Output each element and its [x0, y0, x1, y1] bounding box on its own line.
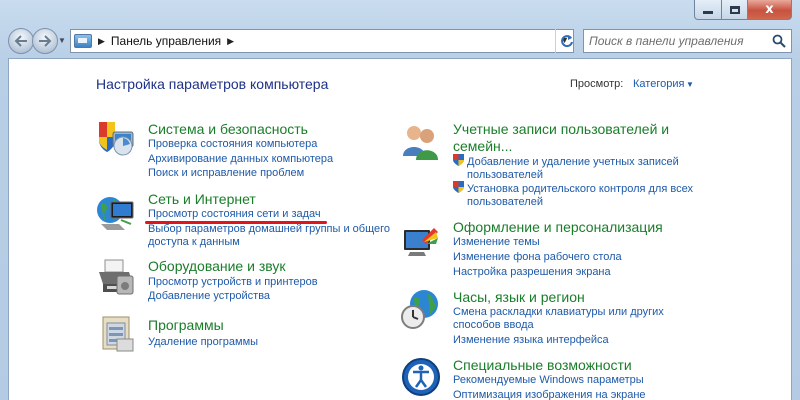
globe-clock-icon — [401, 290, 438, 329]
forward-button[interactable] — [32, 28, 58, 54]
maximize-icon — [729, 5, 740, 14]
category-title-user-accounts[interactable]: Учетные записи пользователей и — [453, 121, 669, 137]
link-change-keyboard[interactable]: Смена раскладки клавиатуры или других — [453, 306, 664, 319]
category-title-hardware-sound[interactable]: Оборудование и звук — [148, 258, 286, 274]
minimize-icon — [703, 11, 713, 14]
users-icon — [403, 126, 438, 160]
programs-icon — [102, 316, 134, 352]
link-backup-computer[interactable]: Архивирование данных компьютера — [148, 153, 333, 166]
view-label: Просмотр: — [570, 78, 624, 90]
link-parental-controls[interactable]: Установка родительского контроля для все… — [467, 183, 693, 196]
link-troubleshoot[interactable]: Поиск и исправление проблем — [148, 167, 304, 180]
category-title-appearance[interactable]: Оформление и персонализация — [453, 219, 663, 235]
breadcrumb-control-panel[interactable]: Панель управления — [111, 34, 221, 48]
window-frame: x ▼ ▶ Панель управления ▶ ▼ Настройка па… — [0, 0, 800, 400]
category-title-clock-language[interactable]: Часы, язык и регион — [453, 289, 585, 305]
link-change-keyboard-cont[interactable]: способов ввода — [453, 319, 534, 332]
search-icon[interactable] — [772, 34, 786, 48]
link-uninstall-program[interactable]: Удаление программы — [148, 336, 258, 349]
close-icon: x — [765, 2, 774, 17]
link-optimize-display[interactable]: Оптимизация изображения на экране — [453, 389, 646, 400]
close-button[interactable]: x — [748, 0, 792, 20]
breadcrumb-trail-arrow[interactable]: ▶ — [227, 36, 234, 47]
navigation-buttons — [8, 28, 60, 54]
link-devices-printers[interactable]: Просмотр устройств и принтеров — [148, 276, 318, 289]
printer-icon — [99, 259, 134, 295]
minimize-button[interactable] — [694, 0, 722, 20]
refresh-icon — [560, 35, 573, 48]
refresh-button[interactable] — [555, 29, 577, 53]
caption-buttons: x — [694, 0, 792, 20]
breadcrumb-separator[interactable]: ▶ — [98, 36, 105, 47]
link-screen-resolution[interactable]: Настройка разрешения экрана — [453, 266, 611, 279]
link-add-remove-accounts[interactable]: Добавление и удаление учетных записей — [467, 156, 679, 169]
back-arrow-icon — [14, 35, 27, 47]
recent-pages-dropdown[interactable]: ▼ — [58, 36, 66, 45]
category-title-network-internet[interactable]: Сеть и Интернет — [148, 191, 256, 207]
address-bar[interactable]: ▶ Панель управления ▶ ▼ — [70, 29, 574, 53]
link-network-status[interactable]: Просмотр состояния сети и задач — [148, 208, 321, 221]
link-change-display-language[interactable]: Изменение языка интерфейса — [453, 334, 609, 347]
control-panel-icon — [74, 34, 92, 48]
search-box[interactable] — [583, 29, 792, 53]
globe-network-icon — [97, 197, 134, 230]
link-change-theme[interactable]: Изменение темы — [453, 236, 540, 249]
view-dropdown-icon[interactable]: ▼ — [686, 80, 694, 89]
accessibility-icon — [402, 358, 440, 396]
link-change-desktop-background[interactable]: Изменение фона рабочего стола — [453, 251, 622, 264]
back-button[interactable] — [8, 28, 34, 54]
link-recommended-settings[interactable]: Рекомендуемые Windows параметры — [453, 374, 644, 387]
category-title-ease-of-access[interactable]: Специальные возможности — [453, 357, 632, 373]
link-check-computer-status[interactable]: Проверка состояния компьютера — [148, 138, 317, 151]
link-homegroup-sharing[interactable]: Выбор параметров домашней группы и общег… — [148, 223, 390, 236]
shield-computer-icon — [99, 122, 134, 156]
link-parental-controls-cont[interactable]: пользователей — [467, 196, 543, 209]
link-add-device[interactable]: Добавление устройства — [148, 290, 270, 303]
link-add-remove-accounts-cont[interactable]: пользователей — [467, 169, 543, 182]
link-homegroup-sharing-cont[interactable]: доступа к данным — [148, 236, 240, 249]
view-by-dropdown[interactable]: Категория — [633, 78, 684, 90]
category-title-user-accounts-cont[interactable]: семейн... — [453, 138, 512, 154]
maximize-button[interactable] — [722, 0, 748, 20]
category-title-programs[interactable]: Программы — [148, 317, 224, 333]
uac-shield-icon — [453, 154, 464, 166]
page-title: Настройка параметров компьютера — [96, 76, 329, 92]
search-input[interactable] — [589, 34, 769, 48]
monitor-palette-icon — [404, 228, 438, 256]
category-title-system-security[interactable]: Система и безопасность — [148, 121, 308, 137]
forward-arrow-icon — [39, 35, 52, 47]
uac-shield-icon — [453, 181, 464, 193]
